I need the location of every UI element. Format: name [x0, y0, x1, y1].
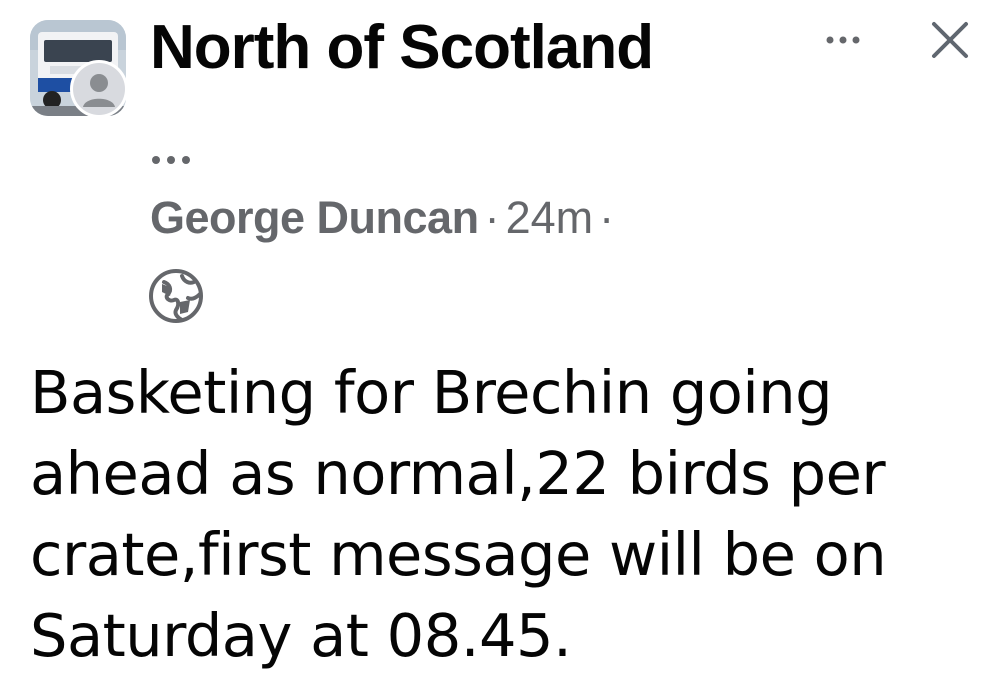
- post-text-line: ahead as normal,22 birds per: [30, 439, 886, 508]
- post-text-line: crate,first message will be on: [30, 520, 887, 589]
- separator: ·: [599, 192, 615, 243]
- post-menu-button[interactable]: [148, 150, 198, 170]
- author-name[interactable]: George Duncan: [150, 192, 479, 243]
- post-text-line: Basketing for Brechin going: [30, 358, 833, 427]
- more-options-button[interactable]: [818, 20, 868, 60]
- separator: ·: [484, 192, 500, 243]
- default-profile-icon: [73, 63, 125, 115]
- close-icon: [932, 22, 968, 58]
- post-text-line: Saturday at 08.45.: [30, 601, 572, 670]
- post-text: Basketing for Brechin going ahead as nor…: [30, 352, 990, 676]
- globe-icon[interactable]: [148, 268, 204, 324]
- ellipsis-horizontal-icon: [826, 36, 860, 44]
- post-time[interactable]: 24m: [506, 192, 594, 243]
- group-name[interactable]: North of Scotland: [150, 8, 654, 88]
- post-meta: George Duncan · 24m ·: [150, 188, 620, 248]
- ellipsis-horizontal-icon: [152, 156, 190, 164]
- user-avatar[interactable]: [70, 60, 128, 118]
- close-button[interactable]: [926, 16, 974, 64]
